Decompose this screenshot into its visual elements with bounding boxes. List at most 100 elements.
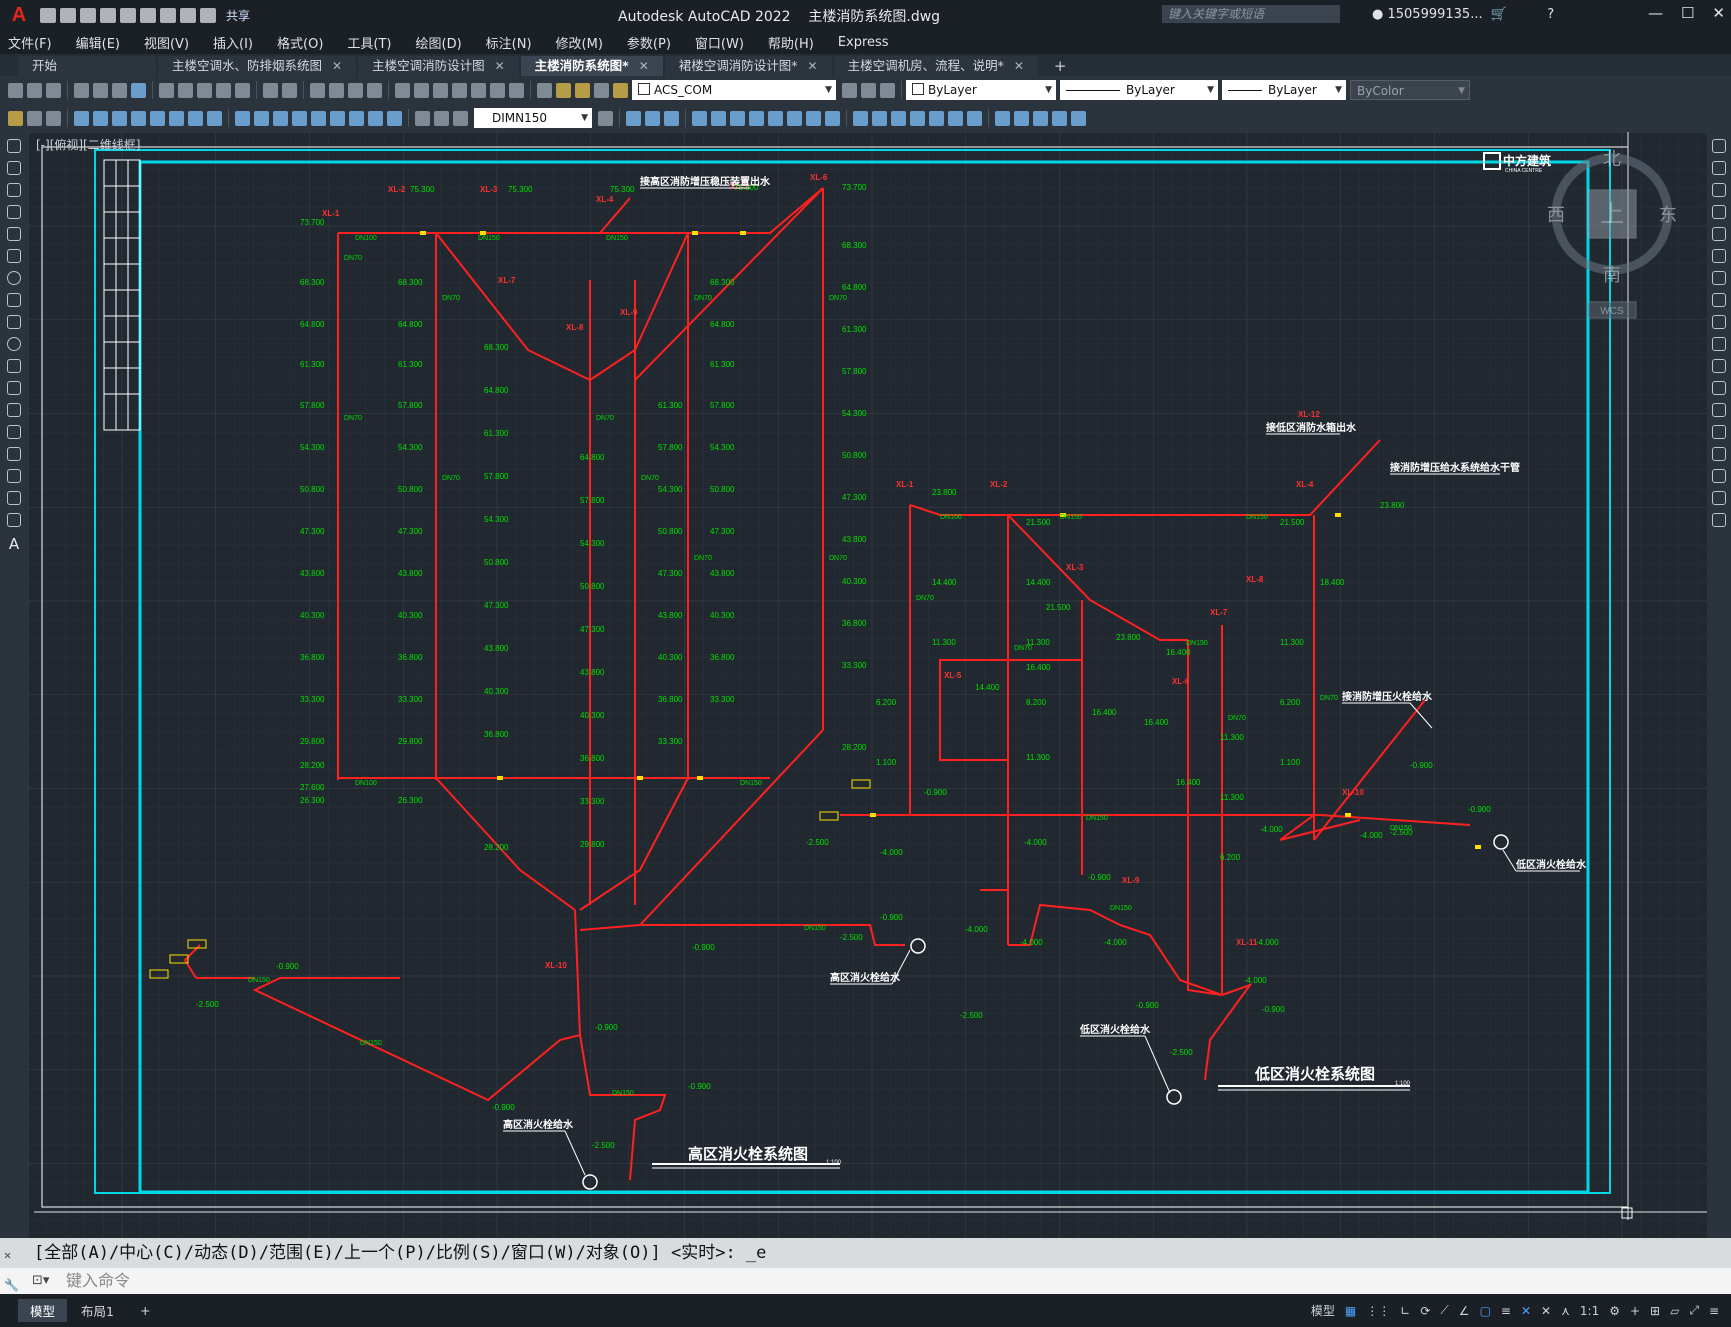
command-input[interactable]: 🔧 ⊡▾ 键入命令 <box>0 1268 1731 1294</box>
clean-screen-icon[interactable]: ⤢ <box>1689 1303 1699 1318</box>
trim-tool-icon[interactable] <box>1712 337 1726 351</box>
tab-file-3-active[interactable]: 主楼消防系统图* ✕ <box>520 56 663 76</box>
drawing-svg[interactable]: 中方建筑 CHINA CENTRE 上 北 南 东 西 WCS XL-1 XL-… <box>28 132 1707 1238</box>
polyline-icon[interactable] <box>7 183 21 197</box>
new-file-icon[interactable] <box>40 7 56 23</box>
layer-properties-icon[interactable] <box>537 82 552 98</box>
tab-file-5[interactable]: 主楼空调机房、流程、说明* ✕ <box>833 56 1038 76</box>
chamfer-tool-icon[interactable] <box>1712 447 1726 461</box>
tab-file-1[interactable]: 主楼空调水、防排烟系统图 ✕ <box>158 56 357 76</box>
workspace-icon[interactable] <box>8 110 23 126</box>
polar-icon[interactable]: ⟳ <box>1420 1304 1430 1318</box>
revision-cloud-icon[interactable] <box>7 293 21 307</box>
rotate-tool-icon[interactable] <box>1712 271 1726 285</box>
pan-icon[interactable] <box>310 82 325 98</box>
stretch-icon[interactable] <box>768 110 783 126</box>
layer-on-icon[interactable] <box>556 82 571 98</box>
close-command-icon[interactable]: ✕ <box>4 1240 11 1270</box>
zoom-realtime-icon[interactable] <box>329 82 344 98</box>
dimstyle-dropdown[interactable]: DIMN150 ▼ <box>474 108 592 128</box>
dimension-edit-icon[interactable] <box>415 110 430 126</box>
redo-icon[interactable] <box>282 82 297 98</box>
rotate-icon[interactable] <box>730 110 745 126</box>
diameter-dimension-icon[interactable] <box>188 110 203 126</box>
viewport-controls[interactable]: [-][俯视][二维线框] <box>36 136 140 153</box>
line-icon[interactable] <box>7 139 21 153</box>
close-tab-icon[interactable]: ✕ <box>639 56 649 76</box>
scale-icon[interactable] <box>749 110 764 126</box>
cut-icon[interactable] <box>159 82 174 98</box>
grid-icon[interactable]: ▦ <box>1345 1304 1356 1318</box>
fillet-tool-icon[interactable] <box>1712 469 1726 483</box>
break-point-icon[interactable] <box>1712 381 1726 395</box>
mirror-icon[interactable] <box>664 110 679 126</box>
markup-icon[interactable] <box>471 82 486 98</box>
color-dropdown[interactable]: ByLayer ▼ <box>906 80 1056 100</box>
viewcube-north-label[interactable]: 北 <box>1603 149 1621 169</box>
autocad-logo-icon[interactable]: A <box>6 4 32 27</box>
layer-state-icon[interactable] <box>880 82 895 98</box>
quick-dimension-icon[interactable] <box>235 110 250 126</box>
fillet-icon[interactable] <box>872 110 887 126</box>
units-icon[interactable]: ⊞ <box>1650 1304 1660 1318</box>
sheet-set-icon[interactable] <box>452 82 467 98</box>
erase-tool-icon[interactable] <box>1712 139 1726 153</box>
center-mark-icon[interactable] <box>349 110 364 126</box>
menu-express[interactable]: Express <box>838 35 889 50</box>
menu-window[interactable]: 窗口(W) <box>695 33 744 52</box>
snap-icon[interactable]: ⋮⋮ <box>1366 1304 1390 1318</box>
linetype-dropdown[interactable]: ByLayer ▼ <box>1060 80 1218 100</box>
save-web-icon[interactable] <box>140 7 156 23</box>
ordinate-dimension-icon[interactable] <box>131 110 146 126</box>
offset-tool-icon[interactable] <box>1712 205 1726 219</box>
erase-icon[interactable] <box>929 110 944 126</box>
align-icon[interactable] <box>948 110 963 126</box>
move-icon[interactable] <box>626 110 641 126</box>
continue-dimension-icon[interactable] <box>273 110 288 126</box>
cart-icon[interactable]: 🛒 <box>1487 7 1507 22</box>
layer-lock-icon[interactable] <box>613 82 628 98</box>
wcs-label[interactable]: WCS <box>1600 306 1624 317</box>
lineweight-icon[interactable]: ≡ <box>1501 1304 1511 1318</box>
viewcube-east-label[interactable]: 东 <box>1659 205 1677 225</box>
dimension-update-icon[interactable] <box>453 110 468 126</box>
close-icon[interactable]: ✕ <box>1712 4 1725 22</box>
quickcalc-icon[interactable] <box>490 82 505 98</box>
tool-palettes-icon[interactable] <box>433 82 448 98</box>
viewcube-south-label[interactable]: 南 <box>1603 265 1621 285</box>
tab-file-4[interactable]: 裙楼空调消防设计图* ✕ <box>664 56 832 76</box>
open-file-icon[interactable] <box>60 7 76 23</box>
plot-icon[interactable] <box>160 7 176 23</box>
block-editor-icon[interactable] <box>235 82 250 98</box>
angular-dimension-icon[interactable] <box>207 110 222 126</box>
new-tab-icon[interactable]: + <box>1054 56 1067 76</box>
dimension-style-icon[interactable] <box>598 110 613 126</box>
join-tool-icon[interactable] <box>1712 425 1726 439</box>
hatch-icon[interactable] <box>46 110 61 126</box>
help-button[interactable]: ? <box>1547 7 1554 22</box>
close-tab-icon[interactable]: ✕ <box>495 56 505 76</box>
gradient-icon[interactable] <box>1071 110 1086 126</box>
join-icon[interactable] <box>910 110 925 126</box>
close-tab-icon[interactable]: ✕ <box>332 56 342 76</box>
layout-tab-1[interactable]: 布局1 <box>69 1299 126 1322</box>
radius-dimension-icon[interactable] <box>150 110 165 126</box>
extend-tool-icon[interactable] <box>1712 359 1726 373</box>
save-icon[interactable] <box>80 7 96 23</box>
command-prompt-icon[interactable]: ⊡▾ <box>32 1268 49 1294</box>
lengthen-icon[interactable] <box>967 110 982 126</box>
circle-icon[interactable] <box>7 271 21 285</box>
jogged-dimension-icon[interactable] <box>169 110 184 126</box>
array-tool-icon[interactable] <box>1712 227 1726 241</box>
preview-icon[interactable] <box>93 82 108 98</box>
baseline-dimension-icon[interactable] <box>254 110 269 126</box>
tab-file-2[interactable]: 主楼空调消防设计图 ✕ <box>358 56 519 76</box>
copy-object-icon[interactable] <box>645 110 660 126</box>
search-input[interactable]: 键入关键字或短语 <box>1162 5 1340 23</box>
design-center-icon[interactable] <box>414 82 429 98</box>
redo-icon[interactable] <box>200 7 216 23</box>
menu-parametric[interactable]: 参数(P) <box>627 33 671 52</box>
copy-tool-icon[interactable] <box>1712 161 1726 175</box>
paste-icon[interactable] <box>197 82 212 98</box>
3d-print-icon[interactable] <box>131 82 146 98</box>
